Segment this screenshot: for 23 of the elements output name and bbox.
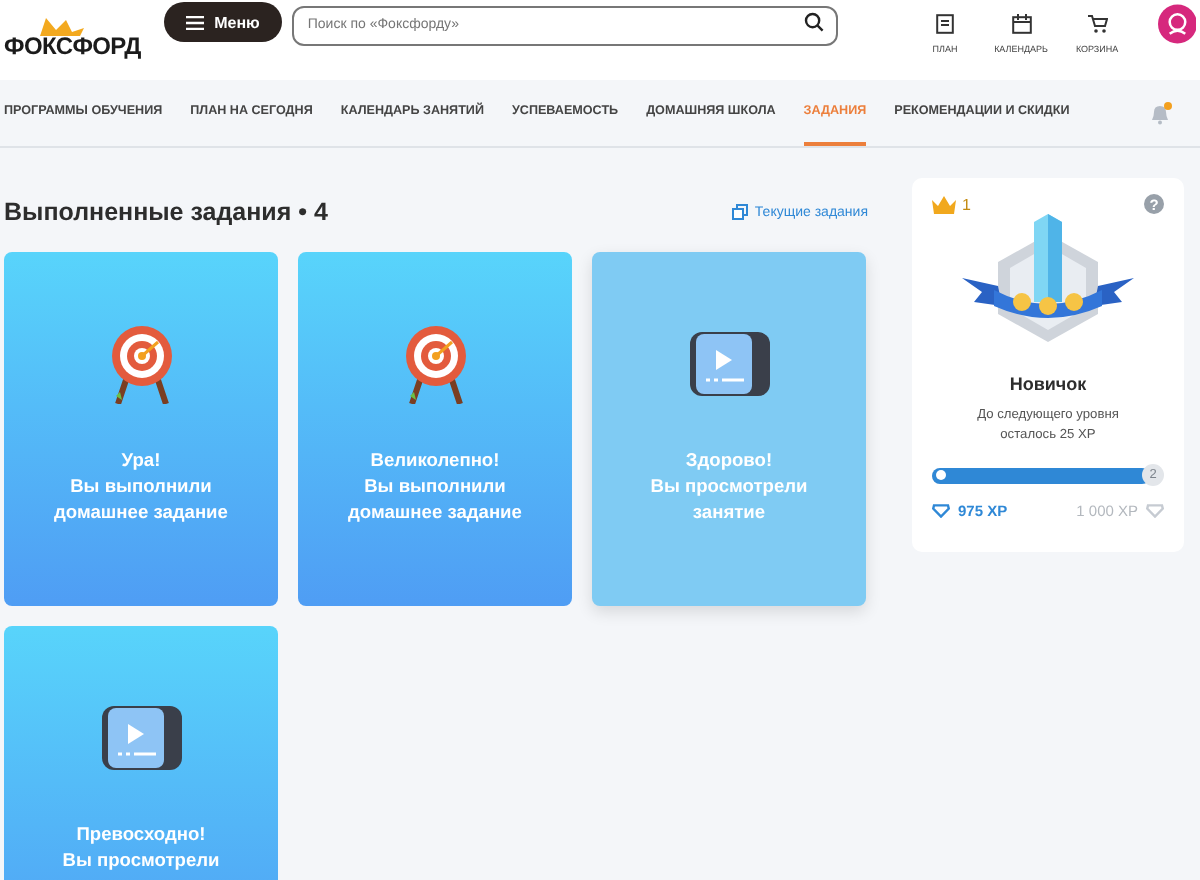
target-icon (403, 324, 467, 404)
avatar[interactable] (1157, 4, 1196, 44)
crown-icon (932, 195, 956, 213)
crown-count: 1 (932, 195, 971, 213)
document-icon (936, 14, 955, 34)
fox-ears-icon (36, 16, 89, 36)
rank-title: Новичок (1009, 374, 1087, 394)
cart-icon (1087, 14, 1108, 34)
copy-icon (732, 204, 749, 220)
diamond-icon (932, 504, 950, 519)
card-text: Здорово! Вы просмотрели занятие (650, 448, 808, 527)
card-text: Великолепно! Вы выполнили домашнее задание (348, 448, 522, 527)
card-text: Превосходно! Вы просмотрели (62, 822, 220, 875)
search-icon (803, 12, 824, 32)
card-text: Ура! Вы выполнили домашнее задание (54, 448, 228, 527)
calendar-icon (1011, 14, 1032, 34)
menu-button[interactable]: Меню (164, 2, 282, 42)
progress-start-dot (935, 470, 945, 481)
menu-icon (186, 15, 205, 29)
logo[interactable]: ФОКСФОРД (4, 32, 141, 60)
target-icon (109, 324, 173, 404)
section-title: Выполненные задания • 4 (4, 198, 328, 226)
diamond-icon (1146, 504, 1164, 519)
